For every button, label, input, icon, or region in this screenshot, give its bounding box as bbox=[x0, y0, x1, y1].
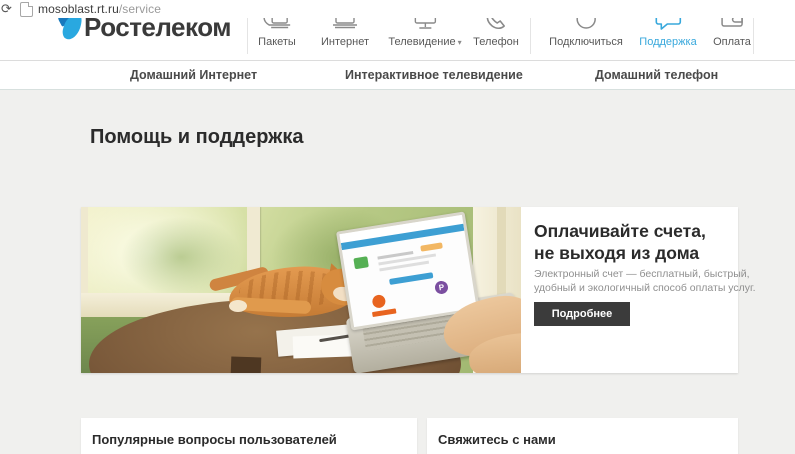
banner-heading-line1: Оплачивайте счета, bbox=[534, 220, 706, 242]
browser-address-bar[interactable]: ⟳ mosoblast.rt.ru/service bbox=[0, 0, 795, 18]
subnav-item-interactive-tv[interactable]: Интерактивное телевидение bbox=[345, 61, 523, 89]
contact-card-title: Свяжитесь с нами bbox=[438, 432, 556, 447]
details-button[interactable]: Подробнее bbox=[534, 302, 630, 326]
banner-description-line1: Электронный счет — бесплатный, быстрый, bbox=[534, 267, 756, 281]
nav-divider bbox=[530, 16, 531, 54]
url-host: mosoblast.rt.ru bbox=[38, 2, 119, 16]
page-content: Помощь и поддержка bbox=[0, 90, 795, 454]
nav-divider bbox=[753, 16, 754, 54]
subnav-item-home-phone[interactable]: Домашний телефон bbox=[595, 61, 718, 89]
promo-banner: Р Оплачивайте счета, не выходя из дома Э… bbox=[81, 207, 738, 373]
nav-item-label: Телефон bbox=[473, 36, 519, 48]
url-path: /service bbox=[119, 2, 161, 16]
screen-green-tile bbox=[353, 256, 369, 269]
screen-blue-button bbox=[389, 272, 433, 285]
chevron-down-icon: ▾ bbox=[458, 38, 462, 47]
nav-item-label: Интернет bbox=[321, 36, 369, 48]
banner-heading-line2: не выходя из дома bbox=[534, 242, 706, 264]
nav-item-label: Подключиться bbox=[549, 36, 623, 48]
banner-image-cat-laptop: Р bbox=[81, 207, 521, 373]
screen-orange-badge bbox=[371, 294, 386, 309]
screen-orange-button bbox=[372, 308, 396, 317]
subnav-bar: Домашний Интернет Интерактивное телевиде… bbox=[0, 61, 795, 90]
screen-orange-pill bbox=[420, 242, 443, 251]
contact-card: Свяжитесь с нами bbox=[427, 418, 738, 454]
subnav-item-home-internet[interactable]: Домашний Интернет bbox=[130, 61, 257, 89]
banner-description: Электронный счет — бесплатный, быстрый, … bbox=[534, 267, 756, 295]
nav-item-label: Пакеты bbox=[258, 36, 296, 48]
nav-item-label: Оплата bbox=[713, 36, 751, 48]
cat-paw bbox=[229, 300, 247, 312]
nav-divider bbox=[247, 16, 248, 54]
screen-purple-badge: Р bbox=[434, 280, 449, 295]
faq-card: Популярные вопросы пользователей bbox=[81, 418, 417, 454]
banner-heading: Оплачивайте счета, не выходя из дома bbox=[534, 220, 706, 264]
browser-window: Ростелеком Пакеты Ин bbox=[0, 0, 795, 454]
page-document-icon bbox=[20, 2, 33, 17]
reload-icon[interactable]: ⟳ bbox=[1, 1, 12, 16]
nav-item-label: Телевидение▾ bbox=[388, 36, 461, 48]
faq-card-title: Популярные вопросы пользователей bbox=[92, 432, 337, 447]
page-title: Помощь и поддержка bbox=[90, 126, 303, 149]
nav-item-label: Поддержка bbox=[639, 36, 696, 48]
banner-description-line2: удобный и экологичный способ оплаты услу… bbox=[534, 281, 756, 295]
table-leg bbox=[231, 356, 262, 373]
banner-text-panel: Оплачивайте счета, не выходя из дома Эле… bbox=[521, 207, 738, 373]
url-text: mosoblast.rt.ru/service bbox=[38, 2, 161, 16]
